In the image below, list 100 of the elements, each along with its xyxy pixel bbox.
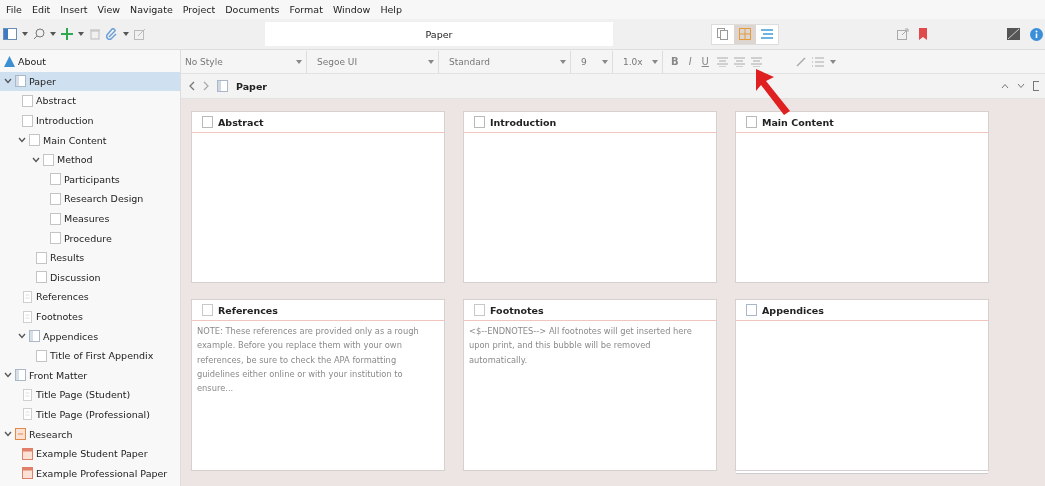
size-dropdown[interactable]: 9 (577, 50, 613, 73)
pen-icon[interactable] (795, 56, 806, 67)
document-icon (22, 388, 33, 401)
caret-icon (652, 59, 658, 64)
binder-item[interactable]: Introduction (0, 110, 180, 131)
binder-item[interactable]: Main Content (0, 130, 180, 150)
card-title: Introduction (490, 116, 557, 128)
document-icon (29, 134, 40, 147)
warning-icon (4, 55, 15, 68)
menu-item[interactable]: Insert (60, 4, 88, 15)
chevron-icon[interactable] (4, 78, 12, 85)
index-card[interactable]: Introduction (463, 111, 717, 283)
document-icon (474, 304, 485, 316)
binder-item[interactable]: References (0, 287, 180, 307)
search-icon[interactable] (33, 28, 45, 40)
document-icon (36, 251, 47, 264)
document-icon (202, 304, 213, 316)
chevron-down-icon[interactable] (1017, 83, 1025, 89)
caret-icon[interactable] (22, 32, 28, 36)
document-icon (36, 349, 47, 362)
chevron-up-icon[interactable] (1001, 83, 1009, 89)
binder-item[interactable]: Appendices (0, 326, 180, 346)
index-card[interactable]: Main Content (735, 111, 989, 283)
document-icon (50, 192, 61, 205)
menu-item[interactable]: Format (289, 4, 323, 15)
binder-item[interactable]: Example Student Paper (0, 443, 180, 464)
style-dropdown[interactable]: No Style (181, 50, 307, 73)
image-icon[interactable] (1007, 28, 1020, 40)
folder-icon (217, 80, 228, 92)
chevron-icon[interactable] (4, 372, 12, 379)
binder-item[interactable]: Title Page (Professional) (0, 404, 180, 425)
bookmark-icon[interactable] (919, 28, 927, 40)
menu-item[interactable]: Navigate (130, 4, 173, 15)
document-icon (202, 116, 213, 128)
binder-item[interactable]: Measures (0, 208, 180, 229)
menu-item[interactable]: Window (332, 4, 371, 15)
binder-item[interactable]: Abstract (0, 91, 180, 111)
caret-icon (428, 59, 434, 64)
menu-item[interactable]: View (97, 4, 121, 15)
add-icon[interactable] (61, 28, 73, 40)
binder-item[interactable]: Research Design (0, 189, 180, 209)
caret-icon[interactable] (123, 32, 129, 36)
menu-item[interactable]: Project (182, 4, 216, 15)
grid-icon (739, 28, 751, 40)
spacing-dropdown[interactable]: 1.0x (619, 50, 663, 73)
binder-item[interactable]: About (0, 52, 180, 72)
card-title: Main Content (762, 116, 834, 128)
document-icon (29, 330, 40, 343)
document-icon (50, 173, 61, 186)
binder-icon[interactable] (3, 28, 17, 40)
pdf-document-icon (22, 467, 33, 480)
index-card[interactable]: Appendices (735, 299, 989, 471)
chevron-icon[interactable] (32, 156, 40, 163)
index-card[interactable]: Footnotes <$--ENDNOTES--> All footnotes will get inserted here upon print, and this bubble will be removed automatically. (463, 299, 717, 471)
card-title: Appendices (762, 304, 824, 316)
menu-item[interactable]: Help (380, 4, 403, 15)
export-icon[interactable] (897, 28, 909, 40)
breadcrumb-title[interactable]: Paper (236, 80, 268, 92)
card-title: Abstract (218, 116, 264, 128)
chevron-icon[interactable] (18, 333, 26, 340)
pdf-document-icon (22, 447, 33, 460)
document-icon (43, 153, 54, 166)
binder-item[interactable]: Example Professional Paper (0, 463, 180, 484)
binder-item[interactable]: Paper (0, 71, 180, 92)
card-synopsis: <$--ENDNOTES--> All footnotes will get inserted here upon print, and this bubble will be removed automatically. (468, 325, 693, 367)
document-title: Paper (265, 22, 613, 46)
info-icon[interactable] (1030, 27, 1043, 41)
chevron-icon[interactable] (4, 431, 12, 438)
paperclip-icon[interactable] (106, 28, 118, 40)
binder-item[interactable]: Footnotes (0, 306, 180, 327)
document-icon (22, 310, 33, 323)
document-icon (36, 271, 47, 284)
binder-item[interactable]: Front Matter (0, 365, 180, 386)
menu-item[interactable]: Edit (31, 4, 51, 15)
document-icon (15, 75, 26, 88)
pages-icon (717, 28, 729, 40)
binder-item[interactable]: Title Page (Student) (0, 385, 180, 405)
split-icon[interactable] (1033, 81, 1039, 91)
caret-icon[interactable] (829, 59, 836, 64)
binder-item[interactable]: Research (0, 424, 180, 444)
document-icon (22, 290, 33, 303)
forward-icon[interactable] (203, 81, 209, 91)
font-dropdown[interactable]: Segoe UI (313, 50, 439, 73)
menu-item[interactable]: Documents (225, 4, 280, 15)
binder-item[interactable]: Participants (0, 169, 180, 190)
typeface-dropdown[interactable]: Standard (445, 50, 571, 73)
caret-icon[interactable] (78, 32, 84, 36)
binder-item[interactable]: Discussion (0, 267, 180, 288)
back-icon[interactable] (189, 81, 195, 91)
chevron-icon[interactable] (18, 137, 26, 144)
menu-item[interactable]: File (6, 4, 22, 15)
index-card[interactable]: Abstract (191, 111, 445, 283)
binder-item[interactable]: Method (0, 149, 180, 170)
binder-item[interactable]: Title of First Appendix (0, 345, 180, 366)
caret-icon[interactable] (50, 32, 56, 36)
document-icon (22, 114, 33, 127)
binder-item[interactable]: Results (0, 247, 180, 268)
card-title: References (218, 304, 278, 316)
binder-item[interactable]: Procedure (0, 228, 180, 248)
index-card[interactable] (191, 299, 445, 471)
